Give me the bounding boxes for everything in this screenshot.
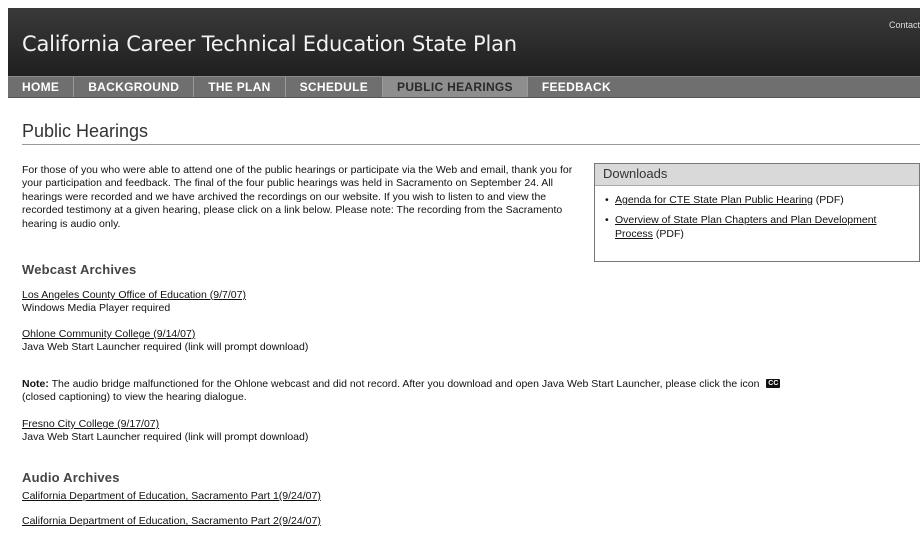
webcast-archives-heading: Webcast Archives — [22, 262, 137, 277]
page-title: Public Hearings — [22, 121, 149, 141]
agenda-pdf-link[interactable]: Agenda for CTE State Plan Public Hearing — [615, 194, 813, 206]
nav-schedule[interactable]: SCHEDULE — [286, 77, 384, 97]
downloads-heading: Downloads — [595, 164, 919, 186]
site-title: California Career Technical Education St… — [22, 32, 517, 56]
nav-public-hearings[interactable]: PUBLIC HEARINGS — [383, 77, 528, 97]
downloads-box: Downloads • Agenda for CTE State Plan Pu… — [594, 163, 920, 262]
bullet-icon: • — [605, 214, 609, 226]
audio-archives-heading: Audio Archives — [22, 470, 120, 485]
sacramento-part1-link[interactable]: California Department of Education, Sacr… — [22, 490, 321, 502]
file-type-label: (PDF) — [812, 194, 844, 206]
sacramento-part2-link[interactable]: California Department of Education, Sacr… — [22, 515, 321, 527]
site-header: California Career Technical Education St… — [8, 8, 920, 76]
note-text: The audio bridge malfunctioned for the O… — [48, 378, 760, 390]
intro-paragraph: For those of you who were able to attend… — [22, 164, 573, 230]
requirement-text: Java Web Start Launcher required (link w… — [22, 430, 309, 443]
bullet-icon: • — [605, 194, 609, 206]
contact-link[interactable]: Contact — [889, 20, 920, 30]
nav-background[interactable]: BACKGROUND — [74, 77, 195, 97]
requirement-text: Windows Media Player required — [22, 301, 171, 314]
list-item: • Overview of State Plan Chapters and Pl… — [605, 213, 915, 241]
la-county-webcast-link[interactable]: Los Angeles County Office of Education (… — [22, 289, 246, 301]
page: California Career Technical Education St… — [0, 0, 920, 554]
requirement-text: Java Web Start Launcher required (link w… — [22, 340, 309, 353]
list-item: • Agenda for CTE State Plan Public Heari… — [605, 193, 915, 207]
main-nav: HOME BACKGROUND THE PLAN SCHEDULE PUBLIC… — [8, 76, 920, 98]
audio-entry: California Department of Education, Sacr… — [22, 515, 321, 528]
nav-feedback[interactable]: FEEDBACK — [528, 77, 625, 97]
downloads-list: • Agenda for CTE State Plan Public Heari… — [595, 193, 919, 241]
nav-home[interactable]: HOME — [8, 77, 75, 97]
note-label: Note: — [22, 378, 49, 390]
ohlone-note: Note: The audio bridge malfunctioned for… — [22, 378, 902, 404]
webcast-entry: Fresno City College (9/17/07) Java Web S… — [22, 418, 308, 443]
file-type-label: (PDF) — [652, 228, 684, 240]
webcast-entry: Los Angeles County Office of Education (… — [22, 289, 246, 314]
audio-entry: California Department of Education, Sacr… — [22, 490, 321, 503]
nav-the-plan[interactable]: THE PLAN — [194, 77, 286, 97]
fresno-webcast-link[interactable]: Fresno City College (9/17/07) — [22, 418, 159, 430]
ohlone-webcast-link[interactable]: Ohlone Community College (9/14/07) — [22, 328, 195, 340]
webcast-entry: Ohlone Community College (9/14/07) Java … — [22, 328, 308, 353]
note-text-continued: (closed captioning) to view the hearing … — [22, 391, 247, 403]
title-divider — [22, 144, 920, 145]
closed-caption-icon: CC — [766, 379, 781, 388]
